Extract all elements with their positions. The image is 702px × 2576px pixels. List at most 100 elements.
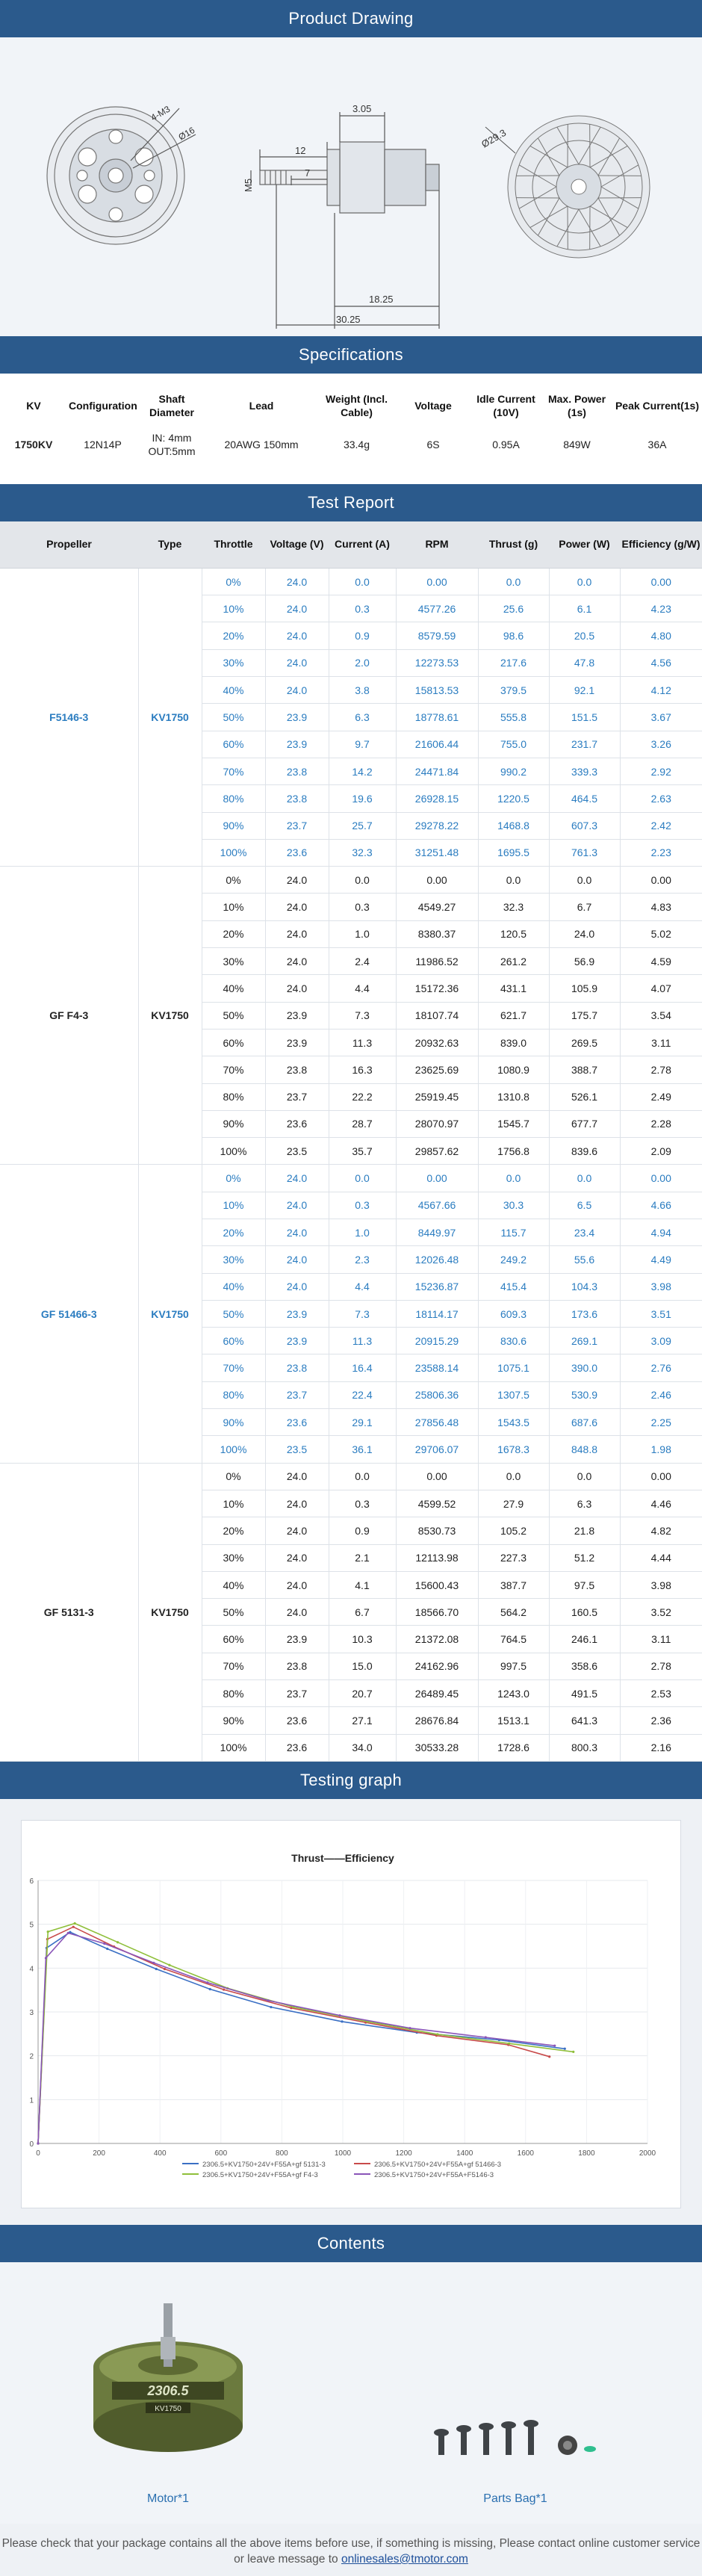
test-value-cell: 4.07	[620, 975, 702, 1002]
dim-12: 12	[295, 145, 305, 156]
test-value-cell: 24.0	[265, 677, 329, 704]
test-value-cell: 20.7	[329, 1680, 396, 1707]
contents-banner: Contents	[0, 2225, 702, 2262]
test-value-cell: 4.23	[620, 595, 702, 622]
test-value-cell: 15172.36	[396, 975, 478, 1002]
test-value-cell: 27856.48	[396, 1409, 478, 1436]
test-value-cell: 23.9	[265, 731, 329, 758]
test-value-cell: 80%	[202, 1680, 265, 1707]
test-value-cell: 23.5	[265, 1138, 329, 1165]
test-value-cell: 3.8	[329, 677, 396, 704]
spec-value-cell: 849W	[541, 424, 612, 465]
test-report-table: PropellerTypeThrottleVoltage (V)Current …	[0, 521, 702, 1762]
test-header-cell: Current (A)	[329, 521, 396, 568]
test-value-cell: 24.0	[265, 920, 329, 947]
test-value-cell: 848.8	[549, 1436, 620, 1463]
test-value-cell: 564.2	[478, 1599, 549, 1626]
legend-label: 2306.5+KV1750+24V+F55A+gf 5131-3	[202, 2161, 326, 2169]
test-value-cell: 23.9	[265, 1626, 329, 1653]
test-value-cell: 32.3	[329, 839, 396, 866]
test-value-cell: 4.12	[620, 677, 702, 704]
test-value-cell: 431.1	[478, 975, 549, 1002]
motor-drawing: 4-M3 Ø16 3.05 12 7 M5 18.25 30.25	[0, 37, 702, 336]
test-row: GF 51466-3KV17500%24.00.00.000.00.00.00	[0, 1165, 702, 1192]
test-value-cell: 47.8	[549, 649, 620, 676]
test-value-cell: 15.0	[329, 1653, 396, 1679]
test-value-cell: 173.6	[549, 1300, 620, 1327]
test-value-cell: 30%	[202, 1246, 265, 1273]
test-value-cell: 3.26	[620, 731, 702, 758]
test-value-cell: 98.6	[478, 622, 549, 649]
test-value-cell: 15236.87	[396, 1273, 478, 1300]
test-value-cell: 24.0	[265, 595, 329, 622]
x-tick-label: 600	[214, 2149, 227, 2158]
specifications-banner: Specifications	[0, 336, 702, 374]
test-value-cell: 21.8	[549, 1517, 620, 1544]
data-point	[572, 2051, 574, 2053]
spec-value-cell: 6S	[396, 424, 470, 465]
data-point	[270, 2006, 272, 2008]
test-value-cell: 80%	[202, 1381, 265, 1408]
test-value-cell: 22.4	[329, 1381, 396, 1408]
motor-side-view	[251, 112, 439, 329]
test-value-cell: 23.7	[265, 812, 329, 839]
test-value-cell: 0.3	[329, 1490, 396, 1517]
test-value-cell: 1728.6	[478, 1734, 549, 1761]
test-row: GF F4-3KV17500%24.00.00.000.00.00.00	[0, 867, 702, 894]
test-value-cell: 16.4	[329, 1354, 396, 1381]
test-value-cell: 24.0	[265, 1544, 329, 1571]
test-value-cell: 24.0	[265, 1463, 329, 1490]
test-value-cell: 105.2	[478, 1517, 549, 1544]
data-point	[508, 2043, 510, 2045]
test-value-cell: 8579.59	[396, 622, 478, 649]
data-point	[168, 1964, 170, 1966]
propeller-cell: F5146-3	[0, 568, 138, 866]
test-value-cell: 12113.98	[396, 1544, 478, 1571]
y-tick-label: 0	[29, 2140, 34, 2149]
motor-kv-label: KV1750	[155, 2405, 181, 2413]
test-value-cell: 24.0	[265, 948, 329, 975]
test-value-cell: 997.5	[478, 1653, 549, 1679]
test-value-cell: 60%	[202, 1626, 265, 1653]
test-value-cell: 3.54	[620, 1002, 702, 1029]
test-value-cell: 2.09	[620, 1138, 702, 1165]
test-value-cell: 0.0	[478, 867, 549, 894]
test-value-cell: 0.0	[329, 568, 396, 595]
test-value-cell: 90%	[202, 812, 265, 839]
support-email-link[interactable]: onlinesales@tmotor.com	[341, 2553, 468, 2566]
propeller-cell: GF 5131-3	[0, 1463, 138, 1761]
specifications-title: Specifications	[299, 345, 403, 365]
test-value-cell: 20%	[202, 920, 265, 947]
test-value-cell: 8530.73	[396, 1517, 478, 1544]
test-value-cell: 0.0	[478, 568, 549, 595]
test-value-cell: 0.00	[396, 867, 478, 894]
data-point	[67, 1932, 69, 1934]
test-value-cell: 50%	[202, 704, 265, 731]
test-value-cell: 23.4	[549, 1219, 620, 1246]
test-value-cell: 2.28	[620, 1110, 702, 1137]
test-value-cell: 24.0	[265, 975, 329, 1002]
test-value-cell: 24.0	[265, 1490, 329, 1517]
test-value-cell: 23.8	[265, 758, 329, 784]
test-value-cell: 24471.84	[396, 758, 478, 784]
footer-notice: Please check that your package contains …	[0, 2524, 702, 2576]
test-value-cell: 1468.8	[478, 812, 549, 839]
test-value-cell: 100%	[202, 1734, 265, 1761]
test-value-cell: 104.3	[549, 1273, 620, 1300]
test-value-cell: 151.5	[549, 704, 620, 731]
test-value-cell: 24.0	[265, 1246, 329, 1273]
test-value-cell: 55.6	[549, 1246, 620, 1273]
test-value-cell: 2.49	[620, 1083, 702, 1110]
test-value-cell: 3.11	[620, 1626, 702, 1653]
test-value-cell: 30%	[202, 948, 265, 975]
test-value-cell: 1310.8	[478, 1083, 549, 1110]
data-point	[37, 2142, 39, 2144]
test-value-cell: 40%	[202, 677, 265, 704]
motor-bottom-view	[47, 107, 196, 244]
test-value-cell: 24.0	[549, 920, 620, 947]
test-value-cell: 4.44	[620, 1544, 702, 1571]
test-header-cell: Throttle	[202, 521, 265, 568]
test-value-cell: 23.9	[265, 1029, 329, 1056]
test-value-cell: 0.00	[396, 1463, 478, 1490]
test-value-cell: 231.7	[549, 731, 620, 758]
